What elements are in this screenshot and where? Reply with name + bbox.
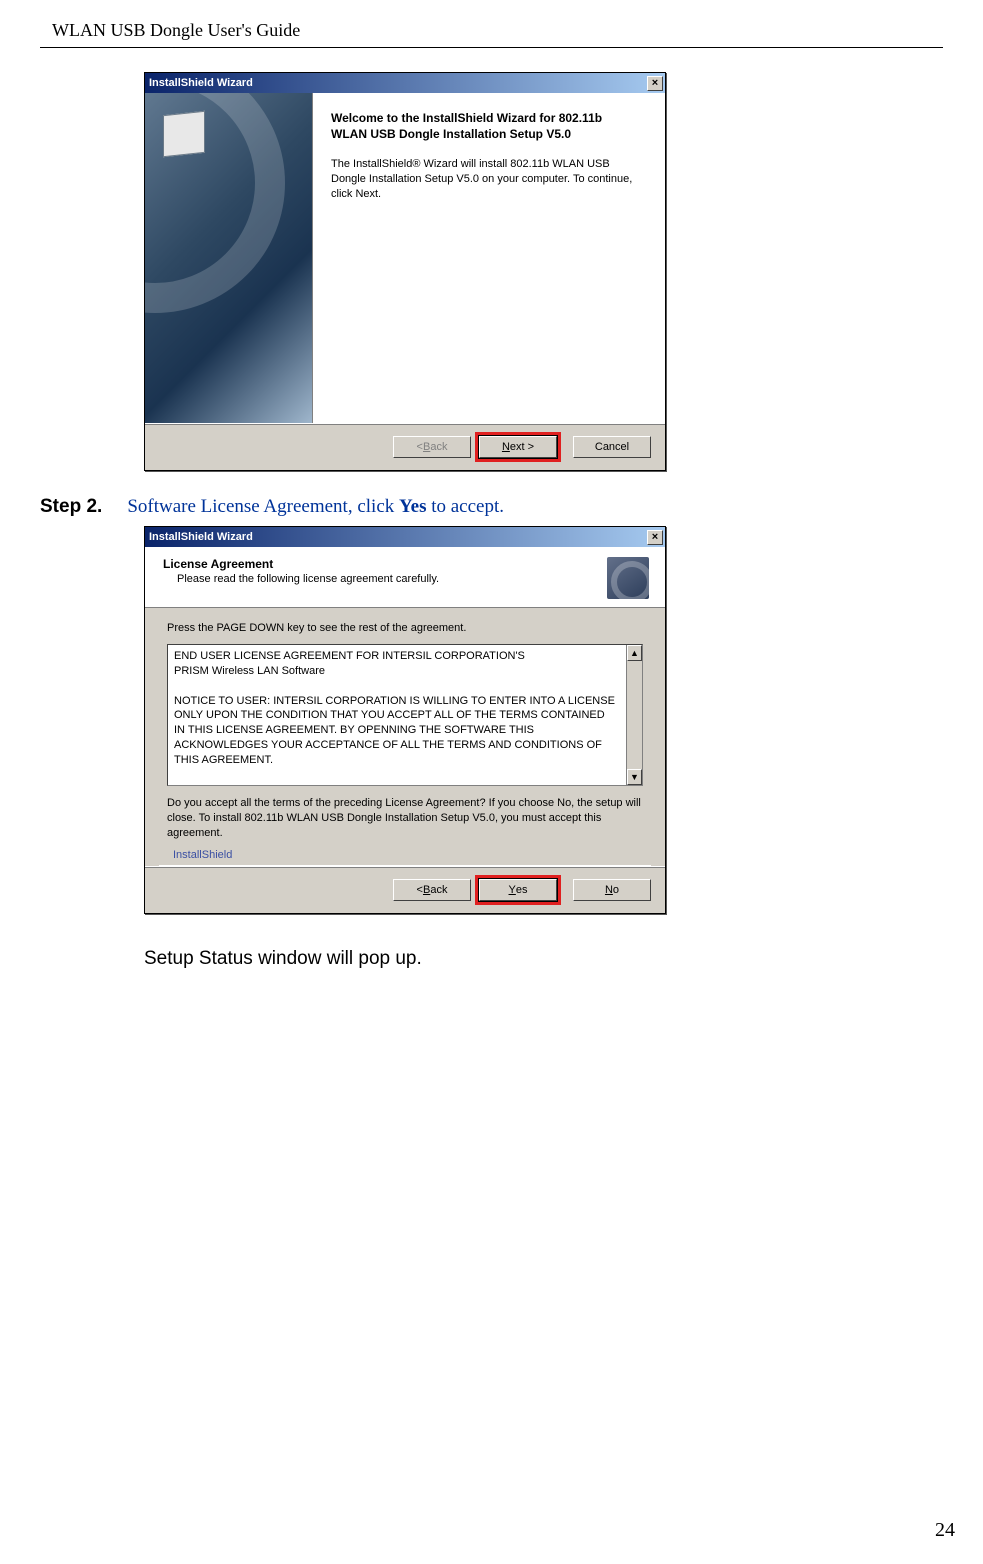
- back-button[interactable]: < Back: [393, 879, 471, 901]
- wizard-side-graphic: [145, 93, 313, 423]
- button-bar: < Back Yes No: [145, 866, 665, 913]
- scroll-up-icon[interactable]: ▲: [627, 645, 642, 661]
- step-label: Step 2.: [40, 496, 102, 517]
- page-number: 24: [935, 1519, 955, 1542]
- installshield-logo-icon: [607, 557, 649, 599]
- installshield-label: InstallShield: [159, 849, 232, 861]
- welcome-pane: Welcome to the InstallShield Wizard for …: [313, 93, 665, 423]
- license-agreement-dialog: InstallShield Wizard × License Agreement…: [144, 526, 666, 914]
- eula-paragraph: NOTICE TO USER: INTERSIL CORPORATION IS …: [174, 694, 618, 768]
- eula-line: PRISM Wireless LAN Software: [174, 664, 618, 679]
- close-icon[interactable]: ×: [647, 76, 663, 91]
- document-header: WLAN USB Dongle User's Guide: [40, 20, 943, 41]
- no-button[interactable]: No: [573, 879, 651, 901]
- welcome-description: The InstallShield® Wizard will install 8…: [331, 157, 645, 202]
- page-down-hint: Press the PAGE DOWN key to see the rest …: [167, 622, 643, 634]
- scroll-down-icon[interactable]: ▼: [627, 769, 642, 785]
- window-title: InstallShield Wizard: [149, 531, 253, 543]
- eula-textbox[interactable]: END USER LICENSE AGREEMENT FOR INTERSIL …: [167, 644, 643, 786]
- close-icon[interactable]: ×: [647, 530, 663, 545]
- step-text: Software License Agreement, click Yes to…: [127, 496, 504, 517]
- next-button[interactable]: Next >: [479, 436, 557, 458]
- welcome-heading-line2: WLAN USB Dongle Installation Setup V5.0: [331, 127, 645, 141]
- wizard-welcome-dialog: InstallShield Wizard × Welcome to the In…: [144, 72, 666, 471]
- window-title: InstallShield Wizard: [149, 77, 253, 89]
- accept-question: Do you accept all the terms of the prece…: [167, 796, 643, 841]
- header-rule: [40, 47, 943, 48]
- license-title: License Agreement: [163, 557, 647, 571]
- button-bar: < Back Next > Cancel: [145, 423, 665, 470]
- step-2-line: Step 2. Software License Agreement, clic…: [40, 495, 943, 518]
- license-header: License Agreement Please read the follow…: [145, 547, 665, 608]
- welcome-heading-line1: Welcome to the InstallShield Wizard for …: [331, 111, 645, 125]
- cancel-button[interactable]: Cancel: [573, 436, 651, 458]
- eula-line: END USER LICENSE AGREEMENT FOR INTERSIL …: [174, 649, 618, 664]
- setup-status-note: Setup Status window will pop up.: [144, 948, 943, 970]
- back-button: < Back: [393, 436, 471, 458]
- titlebar: InstallShield Wizard ×: [145, 527, 665, 547]
- eula-paragraph: This Intersil Corporation ("INTERSIL") S…: [174, 783, 618, 786]
- license-subtitle: Please read the following license agreem…: [177, 573, 647, 585]
- scrollbar[interactable]: ▲ ▼: [626, 645, 642, 785]
- titlebar: InstallShield Wizard ×: [145, 73, 665, 93]
- yes-button[interactable]: Yes: [479, 879, 557, 901]
